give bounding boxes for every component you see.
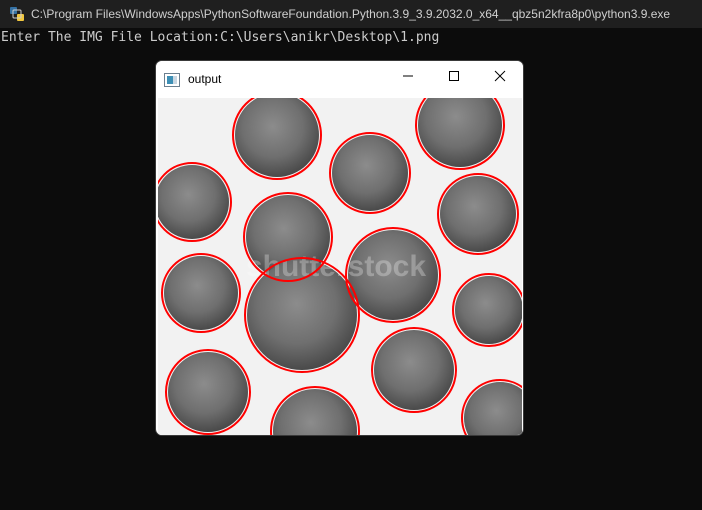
python-console-icon (9, 6, 25, 22)
coin (332, 135, 408, 211)
close-icon (494, 70, 506, 82)
coin (455, 276, 523, 344)
output-image: shutterstock (156, 80, 523, 435)
coin (374, 330, 454, 410)
maximize-icon (449, 71, 459, 81)
output-window[interactable]: output shutterstock (156, 61, 523, 435)
minimize-button[interactable] (385, 61, 431, 91)
window-app-icon (164, 72, 180, 87)
maximize-button[interactable] (431, 61, 477, 91)
coin (164, 256, 238, 330)
output-titlebar[interactable]: output (156, 61, 523, 97)
coin (440, 176, 516, 252)
detected-coins-image: shutterstock (156, 80, 523, 435)
console-input-line: Enter The IMG File Location:C:\Users\ani… (1, 30, 440, 45)
output-window-title: output (188, 72, 222, 86)
console-window-title: C:\Program Files\WindowsApps\PythonSoftw… (31, 7, 671, 21)
close-button[interactable] (477, 61, 523, 91)
coin (168, 352, 248, 432)
minimize-icon (403, 75, 413, 77)
coin (156, 165, 229, 239)
console-titlebar[interactable]: C:\Program Files\WindowsApps\PythonSoftw… (0, 0, 702, 28)
